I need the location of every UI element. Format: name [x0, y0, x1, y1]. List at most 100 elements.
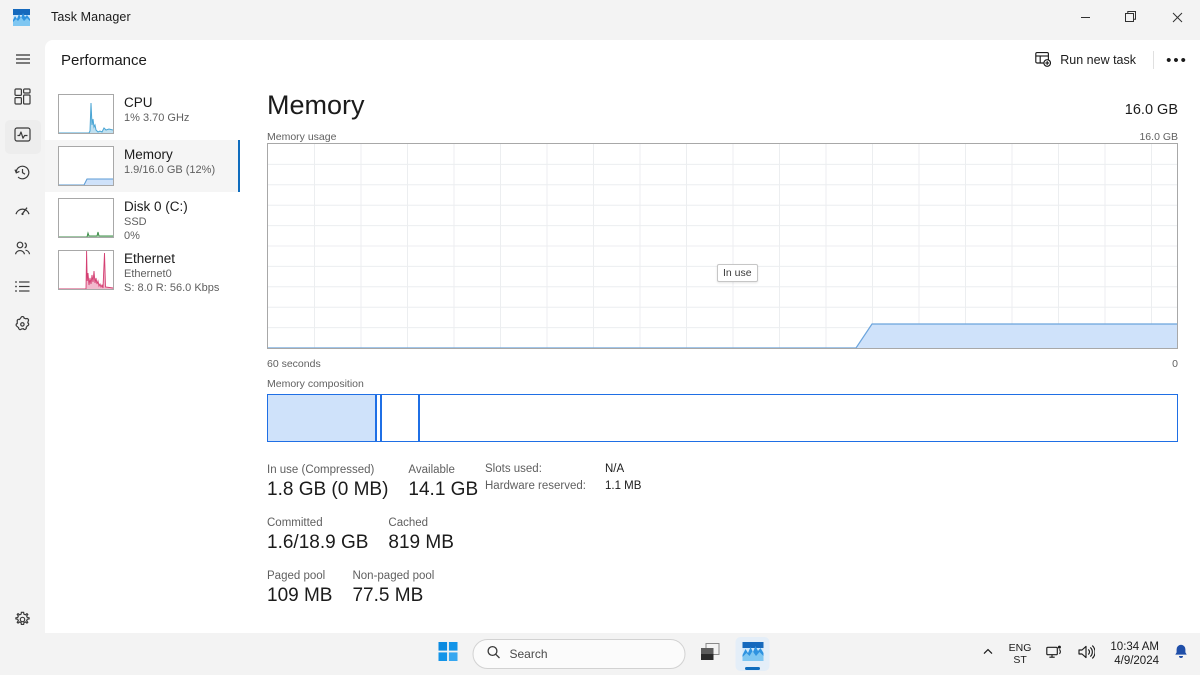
- sidebar-item-performance[interactable]: [4, 120, 41, 154]
- memory-usage-label: Memory usage: [267, 131, 337, 143]
- stat-value: 1.6/18.9 GB: [267, 532, 369, 553]
- stat-key: Hardware reserved:: [485, 480, 586, 492]
- resource-item-disk[interactable]: Disk 0 (C:) SSD 0%: [45, 192, 240, 244]
- resource-item-memory[interactable]: Memory 1.9/16.0 GB (12%): [45, 140, 240, 192]
- stat-in-use: In use (Compressed) 1.8 GB (0 MB): [267, 463, 388, 502]
- resource-name: Memory: [124, 147, 173, 162]
- disk-mini-graph: [58, 198, 114, 238]
- task-manager-icon: [742, 641, 763, 667]
- resource-text: CPU 1% 3.70 GHz: [124, 94, 189, 125]
- stat-label: Cached: [388, 517, 429, 529]
- language-indicator: ENG ST: [1009, 642, 1032, 666]
- stat-non-paged-pool: Non-paged pool 77.5 MB: [352, 569, 434, 608]
- minimize-button[interactable]: [1062, 0, 1108, 34]
- stat-value: 1.8 GB (0 MB): [267, 479, 389, 500]
- sidebar-item-details[interactable]: [5, 272, 41, 306]
- window-plus-icon: [1035, 51, 1052, 70]
- stat-value: 109 MB: [267, 585, 333, 606]
- content-header: Performance Run new task •••: [45, 40, 1200, 80]
- sidebar-item-startup-apps[interactable]: [5, 196, 41, 230]
- history-clock-icon: [14, 164, 31, 186]
- axis-min-label: 0: [1172, 358, 1178, 370]
- hamburger-menu-button[interactable]: [5, 44, 41, 78]
- sidebar-item-users[interactable]: [5, 234, 41, 268]
- network-button[interactable]: [1040, 637, 1069, 671]
- memory-title-row: Memory 16.0 GB: [267, 88, 1200, 122]
- run-new-task-button[interactable]: Run new task: [1026, 45, 1145, 75]
- stat-slots-used: Slots used: N/A: [485, 463, 641, 475]
- page-title: Performance: [61, 51, 147, 69]
- clock-button[interactable]: 10:34 AM 4/9/2024: [1104, 637, 1165, 671]
- resource-name: Ethernet: [124, 251, 176, 266]
- sidebar-item-processes[interactable]: [5, 82, 41, 116]
- volume-button[interactable]: [1072, 637, 1101, 671]
- resource-item-ethernet[interactable]: Ethernet Ethernet0 S: 8.0 R: 56.0 Kbps: [45, 244, 240, 296]
- resource-sub1: SSD: [124, 216, 147, 228]
- navigation-rail: [0, 34, 45, 675]
- chevron-up-icon: [982, 645, 994, 663]
- task-view-button[interactable]: [694, 637, 728, 671]
- resource-text: Ethernet Ethernet0 S: 8.0 R: 56.0 Kbps: [124, 250, 219, 295]
- stat-row-3: Paged pool 109 MB Non-paged pool 77.5 MB: [267, 569, 1200, 608]
- notifications-button[interactable]: [1168, 637, 1194, 671]
- stat-value: 819 MB: [388, 532, 454, 553]
- clock: 10:34 AM 4/9/2024: [1110, 640, 1159, 668]
- language-indicator-button[interactable]: ENG ST: [1003, 637, 1038, 671]
- taskbar-task-manager-button[interactable]: [735, 637, 770, 671]
- time-span-label: 60 seconds: [267, 358, 321, 370]
- memory-heading: Memory: [267, 90, 365, 120]
- list-icon: [14, 278, 31, 300]
- memory-usage-max: 16.0 GB: [1139, 131, 1178, 143]
- resource-sub1: 1% 3.70 GHz: [124, 112, 190, 124]
- composition-divider-2: [380, 395, 382, 441]
- people-icon: [14, 240, 31, 262]
- processes-grid-icon: [14, 88, 31, 110]
- side-statistics: Slots used: N/A Hardware reserved: 1.1 M…: [485, 463, 641, 497]
- stat-available: Available 14.1 GB: [408, 463, 478, 502]
- stat-label: Non-paged pool: [352, 570, 435, 582]
- ethernet-mini-graph: [58, 250, 114, 290]
- network-icon: [1046, 644, 1063, 665]
- memory-usage-graph[interactable]: In use: [267, 143, 1178, 349]
- search-icon: [487, 645, 501, 664]
- time-axis-labels: 60 seconds 0: [267, 358, 1200, 370]
- search-placeholder: Search: [509, 647, 548, 661]
- sidebar-item-app-history[interactable]: [5, 158, 41, 192]
- stat-value: N/A: [605, 463, 625, 475]
- resource-name: Disk 0 (C:): [124, 199, 188, 214]
- sidebar-item-services[interactable]: [5, 310, 41, 344]
- search-input[interactable]: Search: [472, 639, 686, 669]
- memory-composition-label: Memory composition: [267, 378, 364, 390]
- language-top: ENG: [1008, 642, 1032, 654]
- resource-text: Disk 0 (C:) SSD 0%: [124, 198, 188, 243]
- window-controls: [1062, 0, 1200, 34]
- stat-value: 1.1 MB: [605, 480, 642, 492]
- show-hidden-icons-button[interactable]: [976, 637, 1000, 671]
- stat-value: 14.1 GB: [408, 479, 479, 500]
- memory-total: 16.0 GB: [1124, 102, 1178, 118]
- more-options-button[interactable]: •••: [1162, 45, 1192, 75]
- content-card: Performance Run new task ••• CPU 1% 3.70…: [45, 40, 1200, 635]
- maximize-restore-button[interactable]: [1108, 0, 1154, 34]
- resource-sub1: 1.9/16.0 GB (12%): [124, 164, 216, 176]
- stat-key: Slots used:: [485, 463, 542, 475]
- task-manager-window: Task Manager Performance Run new task ••…: [0, 0, 1200, 675]
- graph-grid: [268, 144, 1177, 348]
- settings-gear-icon: [14, 611, 31, 633]
- resource-sub1: Ethernet0: [124, 268, 172, 280]
- start-button[interactable]: [431, 637, 465, 671]
- header-divider: [1153, 51, 1154, 69]
- stat-paged-pool: Paged pool 109 MB: [267, 569, 332, 608]
- in-use-tooltip: In use: [717, 264, 758, 282]
- resource-sub2: S: 8.0 R: 56.0 Kbps: [124, 282, 220, 294]
- memory-composition-bar[interactable]: [267, 394, 1178, 442]
- resource-item-cpu[interactable]: CPU 1% 3.70 GHz: [45, 88, 240, 140]
- resource-name: CPU: [124, 95, 153, 110]
- stat-committed: Committed 1.6/18.9 GB: [267, 516, 368, 555]
- taskbar: Search ENG ST 10:34 AM 4/9/2024: [0, 633, 1200, 675]
- services-gear-icon: [14, 315, 31, 338]
- composition-divider-3: [418, 395, 420, 441]
- usage-axis-labels: Memory usage 16.0 GB: [267, 131, 1200, 143]
- clock-time: 10:34 AM: [1110, 641, 1159, 653]
- close-button[interactable]: [1154, 0, 1200, 34]
